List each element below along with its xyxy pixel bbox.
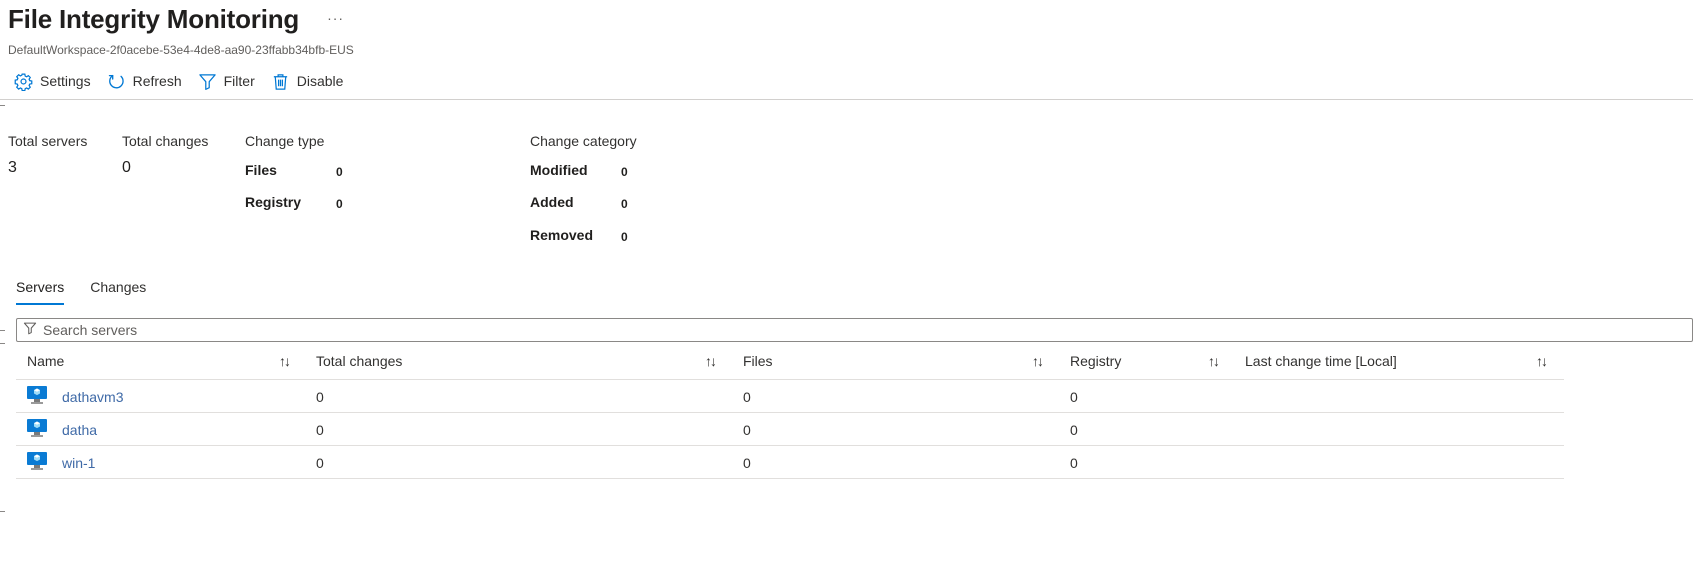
table-row: dathavm3 0 0 0 — [16, 380, 1564, 413]
total-changes-cell: 0 — [316, 422, 324, 438]
page-header: File Integrity Monitoring ··· DefaultWor… — [8, 4, 354, 57]
change-category-label: Change category — [530, 133, 637, 149]
change-category-added-label: Added — [530, 194, 574, 210]
tab-servers[interactable]: Servers — [16, 279, 65, 305]
total-changes-value: 0 — [122, 159, 131, 176]
server-name-link[interactable]: win-1 — [62, 455, 95, 471]
sort-total-changes-button[interactable]: ↑↓ — [705, 353, 717, 369]
change-type-files-label: Files — [245, 162, 277, 178]
change-type-label: Change type — [245, 133, 325, 149]
sort-last-change-time-button[interactable]: ↑↓ — [1536, 353, 1548, 369]
virtual-machine-icon — [26, 418, 48, 438]
server-name-link[interactable]: datha — [62, 422, 97, 438]
trash-icon — [271, 72, 290, 91]
sort-files-button[interactable]: ↑↓ — [1032, 353, 1044, 369]
column-header-registry[interactable]: Registry — [1070, 353, 1121, 369]
sort-registry-button[interactable]: ↑↓ — [1208, 353, 1220, 369]
column-header-last-change-time[interactable]: Last change time [Local] — [1245, 353, 1397, 369]
column-header-name[interactable]: Name — [27, 353, 64, 369]
servers-table: Name ↑↓ Total changes ↑↓ Files ↑↓ Regist… — [16, 345, 1564, 479]
change-category-removed-value: 0 — [621, 230, 628, 244]
filter-icon — [198, 72, 217, 91]
column-header-total-changes[interactable]: Total changes — [316, 353, 402, 369]
registry-cell: 0 — [1070, 455, 1078, 471]
change-category-removed-label: Removed — [530, 227, 594, 243]
column-header-files[interactable]: Files — [743, 353, 773, 369]
settings-label: Settings — [40, 73, 91, 89]
table-header: Name ↑↓ Total changes ↑↓ Files ↑↓ Regist… — [16, 345, 1564, 380]
edge-tick — [0, 105, 5, 106]
table-row: datha 0 0 0 — [16, 413, 1564, 446]
files-cell: 0 — [743, 455, 751, 471]
filter-label: Filter — [223, 73, 255, 89]
command-bar: Settings Refresh Filter Disable — [14, 70, 343, 92]
table-row: win-1 0 0 0 — [16, 446, 1564, 479]
workspace-subtitle: DefaultWorkspace-2f0acebe-53e4-4de8-aa90… — [8, 43, 354, 57]
disable-button[interactable]: Disable — [271, 70, 344, 92]
more-options-button[interactable]: ··· — [327, 10, 344, 26]
filter-button[interactable]: Filter — [198, 70, 255, 92]
refresh-icon — [107, 72, 126, 91]
tab-changes[interactable]: Changes — [90, 279, 146, 305]
page-title: File Integrity Monitoring — [8, 4, 300, 34]
edge-tick — [0, 511, 5, 512]
virtual-machine-icon — [26, 385, 48, 405]
sort-name-button[interactable]: ↑↓ — [279, 353, 291, 369]
files-cell: 0 — [743, 389, 751, 405]
search-box — [16, 318, 1693, 342]
files-cell: 0 — [743, 422, 751, 438]
change-type-registry-value: 0 — [336, 197, 343, 211]
server-name-link[interactable]: dathavm3 — [62, 389, 123, 405]
total-servers-label: Total servers — [8, 133, 88, 149]
search-input[interactable] — [43, 322, 643, 338]
settings-button[interactable]: Settings — [14, 70, 91, 92]
change-category-modified-label: Modified — [530, 162, 588, 178]
edge-tick — [0, 343, 5, 344]
registry-cell: 0 — [1070, 422, 1078, 438]
tab-list: Servers Changes — [16, 279, 146, 305]
virtual-machine-icon — [26, 451, 48, 471]
change-category-modified-value: 0 — [621, 165, 628, 179]
change-type-registry-label: Registry — [245, 194, 302, 210]
total-changes-label: Total changes — [122, 133, 209, 149]
toolbar-divider — [0, 99, 1693, 100]
registry-cell: 0 — [1070, 389, 1078, 405]
change-type-files-value: 0 — [336, 165, 343, 179]
refresh-label: Refresh — [132, 73, 182, 89]
filter-icon — [23, 321, 37, 340]
total-changes-cell: 0 — [316, 389, 324, 405]
total-servers-value: 3 — [8, 159, 17, 176]
refresh-button[interactable]: Refresh — [107, 70, 182, 92]
change-category-added-value: 0 — [621, 197, 628, 211]
total-changes-cell: 0 — [316, 455, 324, 471]
edge-tick — [0, 330, 5, 331]
gear-icon — [14, 72, 33, 91]
disable-label: Disable — [296, 73, 344, 89]
